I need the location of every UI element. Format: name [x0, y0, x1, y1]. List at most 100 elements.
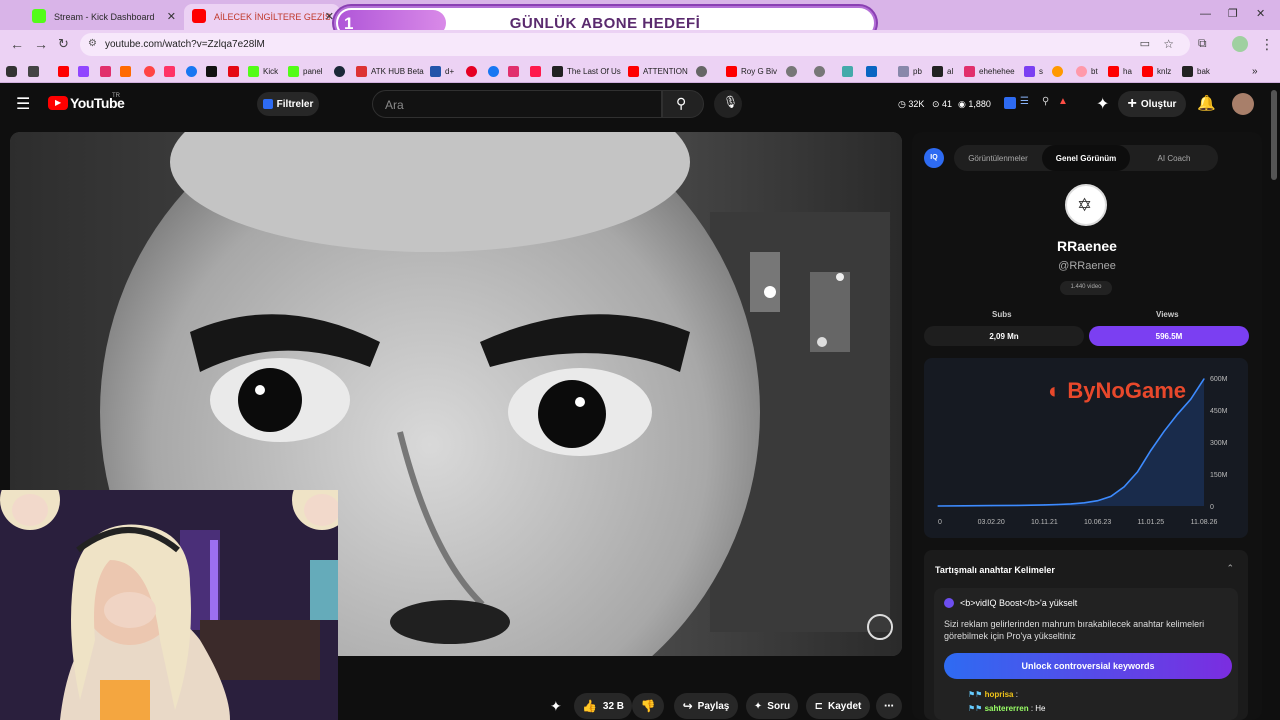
tab-youtube-video[interactable]: AİLECEK İNGİLTERE GEZİSİ! VL0 ✕ [184, 4, 340, 30]
netflix-bookmark-icon[interactable] [228, 65, 239, 77]
site-info-icon[interactable]: ⚙ [88, 38, 97, 49]
avatar[interactable] [1232, 93, 1254, 115]
bookmark-atk-hub[interactable]: ATK HUB Beta [356, 64, 424, 78]
channel-avatar[interactable]: ✡ [1065, 184, 1107, 226]
twitch-bookmark-icon[interactable] [78, 65, 89, 77]
bookmark-attention[interactable]: ATTENTION [628, 64, 688, 78]
menu-dots-icon[interactable]: ⋮ [1260, 36, 1274, 53]
bookmark-panel[interactable]: panel [288, 64, 323, 78]
bookmark-star-icon[interactable]: ☆ [1163, 37, 1174, 51]
facebook-bookmark-icon[interactable] [186, 65, 197, 77]
forward-icon[interactable]: → [34, 36, 48, 52]
tab-overview[interactable]: Genel Görünüm [1042, 145, 1130, 171]
x-tick-label: 10.11.21 [1031, 519, 1058, 526]
x-bookmark-icon[interactable] [206, 65, 217, 77]
bookmark-icon[interactable] [164, 65, 175, 77]
notifications-icon[interactable]: 🔔 [1197, 94, 1216, 112]
instagram-bookmark-icon[interactable] [100, 65, 111, 77]
bookmark-icon[interactable] [786, 65, 797, 77]
reload-icon[interactable]: ↻ [58, 36, 69, 52]
bookmark-knlz[interactable]: knlz [1142, 64, 1171, 78]
instagram-bookmark-icon[interactable] [508, 65, 519, 77]
youtube-bookmark-icon[interactable] [58, 65, 69, 77]
channel-name[interactable]: RRaenee [912, 238, 1262, 254]
close-tab-icon[interactable]: ✕ [167, 10, 176, 23]
search-input[interactable]: Ara [372, 90, 662, 118]
pinterest-bookmark-icon[interactable] [466, 65, 477, 77]
tab-kick-dashboard[interactable]: Stream - Kick Dashboard ✕ [24, 4, 182, 30]
gaming-icon[interactable]: ✦ [1096, 94, 1109, 114]
bookmark-icon[interactable] [530, 65, 541, 77]
bookmark-al[interactable]: al [932, 64, 953, 78]
youtube-logo-icon[interactable]: ▶ [48, 96, 68, 110]
bookmark-icon[interactable] [144, 65, 155, 77]
tab-ai-coach[interactable]: AI Coach [1130, 145, 1218, 171]
vidiq-icon[interactable] [1004, 97, 1016, 109]
chat-overlay: ⚑⚑ hoprisa : ⚑⚑ sahtererren : He [968, 690, 1168, 720]
bookmark-icon[interactable] [814, 65, 825, 77]
channel-logo-icon: ✡ [1077, 195, 1093, 215]
bookmark-icon[interactable] [696, 65, 707, 77]
collapse-icon[interactable]: ⌃ [1226, 563, 1234, 574]
bookmark-icon[interactable] [120, 65, 131, 77]
share-button[interactable]: ↪ Paylaş [674, 693, 738, 719]
bookmark-bak[interactable]: bak [1182, 64, 1210, 78]
keywords-title: Tartışmalı anahtar Kelimeler [935, 565, 1055, 575]
chart-point [1083, 502, 1085, 504]
views-value[interactable]: 596.5M [1089, 326, 1249, 346]
bookmark-icon[interactable] [1052, 65, 1063, 77]
more-actions-button[interactable]: ⋯ [876, 693, 902, 719]
bookmark-ha[interactable]: ha [1108, 64, 1132, 78]
bookmark-s[interactable]: s [1024, 64, 1043, 78]
maximize-icon[interactable]: ❐ [1228, 7, 1238, 20]
create-button[interactable]: + Oluştur [1118, 91, 1186, 117]
chart-point [1203, 378, 1205, 380]
like-button[interactable]: 👍 32 B [574, 693, 632, 719]
bookmark-save-icon: ⊏ [814, 700, 824, 712]
unlock-keywords-button[interactable]: Unlock controversial keywords [944, 653, 1232, 679]
grid-icon[interactable] [28, 65, 39, 77]
cast-icon[interactable]: ▭ [1140, 37, 1150, 50]
save-button[interactable]: ⊏ Kaydet [806, 693, 870, 719]
extensions-icon[interactable]: ⧉ [1198, 36, 1207, 51]
sparkle-icon: ✦ [753, 700, 763, 712]
close-window-icon[interactable]: ✕ [1256, 7, 1265, 20]
bookmark-dplus[interactable]: d+ [430, 64, 454, 78]
more-bookmarks-icon[interactable]: » [1252, 64, 1258, 78]
notification-bell-small-icon[interactable]: ▲ [1058, 96, 1068, 107]
search-button[interactable]: ⚲ [662, 90, 704, 118]
bookmark-roy-g-biv[interactable]: Roy G Biv [726, 64, 777, 78]
bookmarks-bar: Kick panel ATK HUB Beta d+ The Last Of U… [0, 59, 1280, 83]
tab-views[interactable]: Görüntülenmeler [954, 145, 1042, 171]
chart-point [1110, 495, 1112, 497]
url-field[interactable]: ⚙ youtube.com/watch?v=Zzlqa7e28lM ▭ ☆ [80, 33, 1190, 56]
filters-button[interactable]: Filtreler [257, 92, 319, 116]
bookmark-last-of-us[interactable]: The Last Of Us [552, 64, 621, 78]
dislike-button[interactable]: 👎 [632, 693, 664, 719]
bookmark-kick[interactable]: Kick [248, 64, 278, 78]
subs-value[interactable]: 2,09 Mn [924, 326, 1084, 346]
linkedin-bookmark-icon[interactable] [866, 65, 877, 77]
bookmark-ehehehee[interactable]: ehehehee [964, 64, 1015, 78]
bookmark-bt[interactable]: bt [1076, 64, 1098, 78]
page-scrollbar[interactable] [1271, 90, 1277, 180]
x-tick-label: 03.02.20 [978, 519, 1005, 526]
steam-bookmark-icon[interactable] [334, 65, 345, 77]
vidiq-gaming-icon[interactable]: ✦ [550, 698, 562, 715]
y-tick-label: 600M [1210, 376, 1228, 383]
chart-point [990, 505, 992, 507]
views-label: Views [1156, 310, 1179, 319]
minimize-icon[interactable]: — [1200, 8, 1211, 20]
hamburger-menu-icon[interactable]: ☰ [16, 94, 30, 114]
voice-search-button[interactable]: 🎙 [714, 90, 742, 118]
bookmark-icon[interactable] [842, 65, 853, 77]
bookmark-pb[interactable]: pb [898, 64, 922, 78]
ask-button[interactable]: ✦ Soru [746, 693, 798, 719]
trophy-icon[interactable]: ⚲ [1042, 96, 1049, 107]
vidiq-list-icon[interactable]: ☰ [1020, 96, 1029, 107]
bookmark-icon[interactable] [488, 65, 499, 77]
apps-icon[interactable] [6, 65, 17, 77]
back-icon[interactable]: ← [10, 36, 24, 52]
close-tab-icon[interactable]: ✕ [325, 10, 334, 23]
profile-icon[interactable] [1232, 36, 1248, 52]
